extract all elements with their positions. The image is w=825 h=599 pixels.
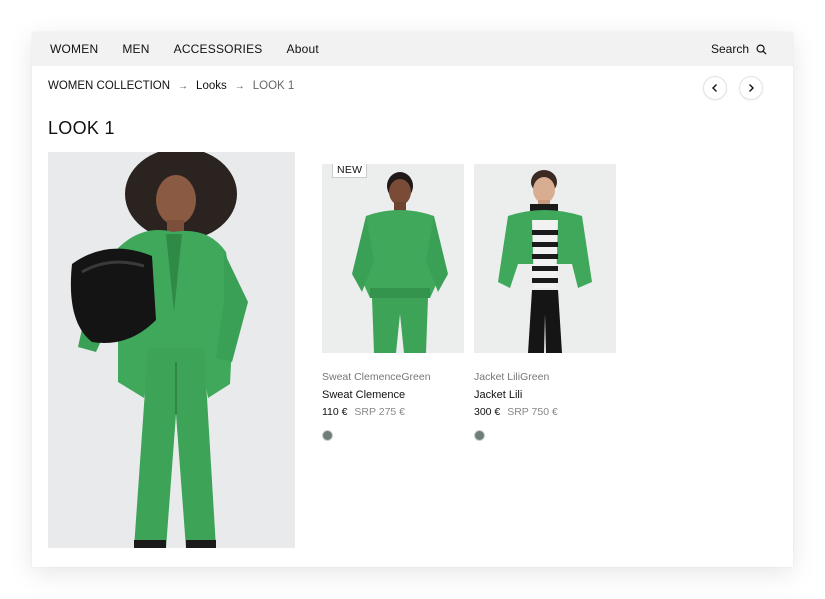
product-price: 110 € — [322, 406, 348, 418]
look-hero-image — [48, 152, 295, 548]
model-in-green-suit-illustration — [48, 152, 295, 548]
product-name[interactable]: Sweat Clemence — [322, 389, 464, 401]
page-title: LOOK 1 — [48, 118, 115, 138]
product-card: NEW Sweat ClemenceGreen Sweat Clemence 1… — [322, 164, 464, 441]
top-nav: WOMEN MEN ACCESSORIES About Search — [32, 32, 793, 66]
product-image[interactable]: NEW — [322, 164, 464, 353]
product-image[interactable] — [474, 164, 616, 353]
color-swatch[interactable] — [474, 430, 485, 441]
nav-link-men[interactable]: MEN — [122, 42, 149, 56]
breadcrumb-item-women-collection[interactable]: WOMEN COLLECTION — [48, 80, 170, 92]
nav-link-accessories[interactable]: ACCESSORIES — [174, 42, 263, 56]
browser-window: WOMEN MEN ACCESSORIES About Search WOMEN… — [32, 32, 793, 567]
previous-look-button[interactable] — [703, 76, 727, 100]
breadcrumb-item-current: LOOK 1 — [252, 80, 295, 92]
nav-link-women[interactable]: WOMEN — [50, 42, 98, 56]
green-sweatshirt-illustration — [322, 164, 464, 353]
search-button[interactable]: Search — [711, 42, 767, 56]
next-look-button[interactable] — [739, 76, 763, 100]
color-swatch[interactable] — [322, 430, 333, 441]
breadcrumb-item-looks[interactable]: Looks — [196, 80, 227, 92]
breadcrumb-row: WOMEN COLLECTION → Looks → LOOK 1 — [32, 66, 793, 106]
look-pager — [691, 76, 763, 100]
green-jacket-illustration — [474, 164, 616, 353]
search-icon — [756, 44, 767, 55]
chevron-right-icon — [749, 84, 754, 92]
product-card: Jacket LiliGreen Jacket Lili 300 € SRP 7… — [474, 164, 616, 441]
product-price-row: 110 € SRP 275 € — [322, 406, 464, 418]
product-srp: SRP 275 € — [354, 406, 406, 418]
product-name[interactable]: Jacket Lili — [474, 389, 616, 401]
breadcrumb-separator-icon: → — [178, 80, 189, 92]
breadcrumb: WOMEN COLLECTION → Looks → LOOK 1 — [48, 80, 294, 92]
search-label: Search — [710, 42, 749, 56]
product-price: 300 € — [474, 406, 501, 418]
breadcrumb-separator-icon: → — [234, 80, 245, 92]
nav-link-about[interactable]: About — [287, 42, 319, 56]
product-subtitle: Sweat ClemenceGreen — [322, 371, 431, 383]
product-subtitle: Jacket LiliGreen — [474, 371, 550, 383]
product-srp: SRP 750 € — [507, 406, 558, 418]
new-badge: NEW — [332, 164, 368, 178]
product-price-row: 300 € SRP 750 € — [474, 406, 616, 418]
chevron-left-icon — [712, 84, 717, 92]
